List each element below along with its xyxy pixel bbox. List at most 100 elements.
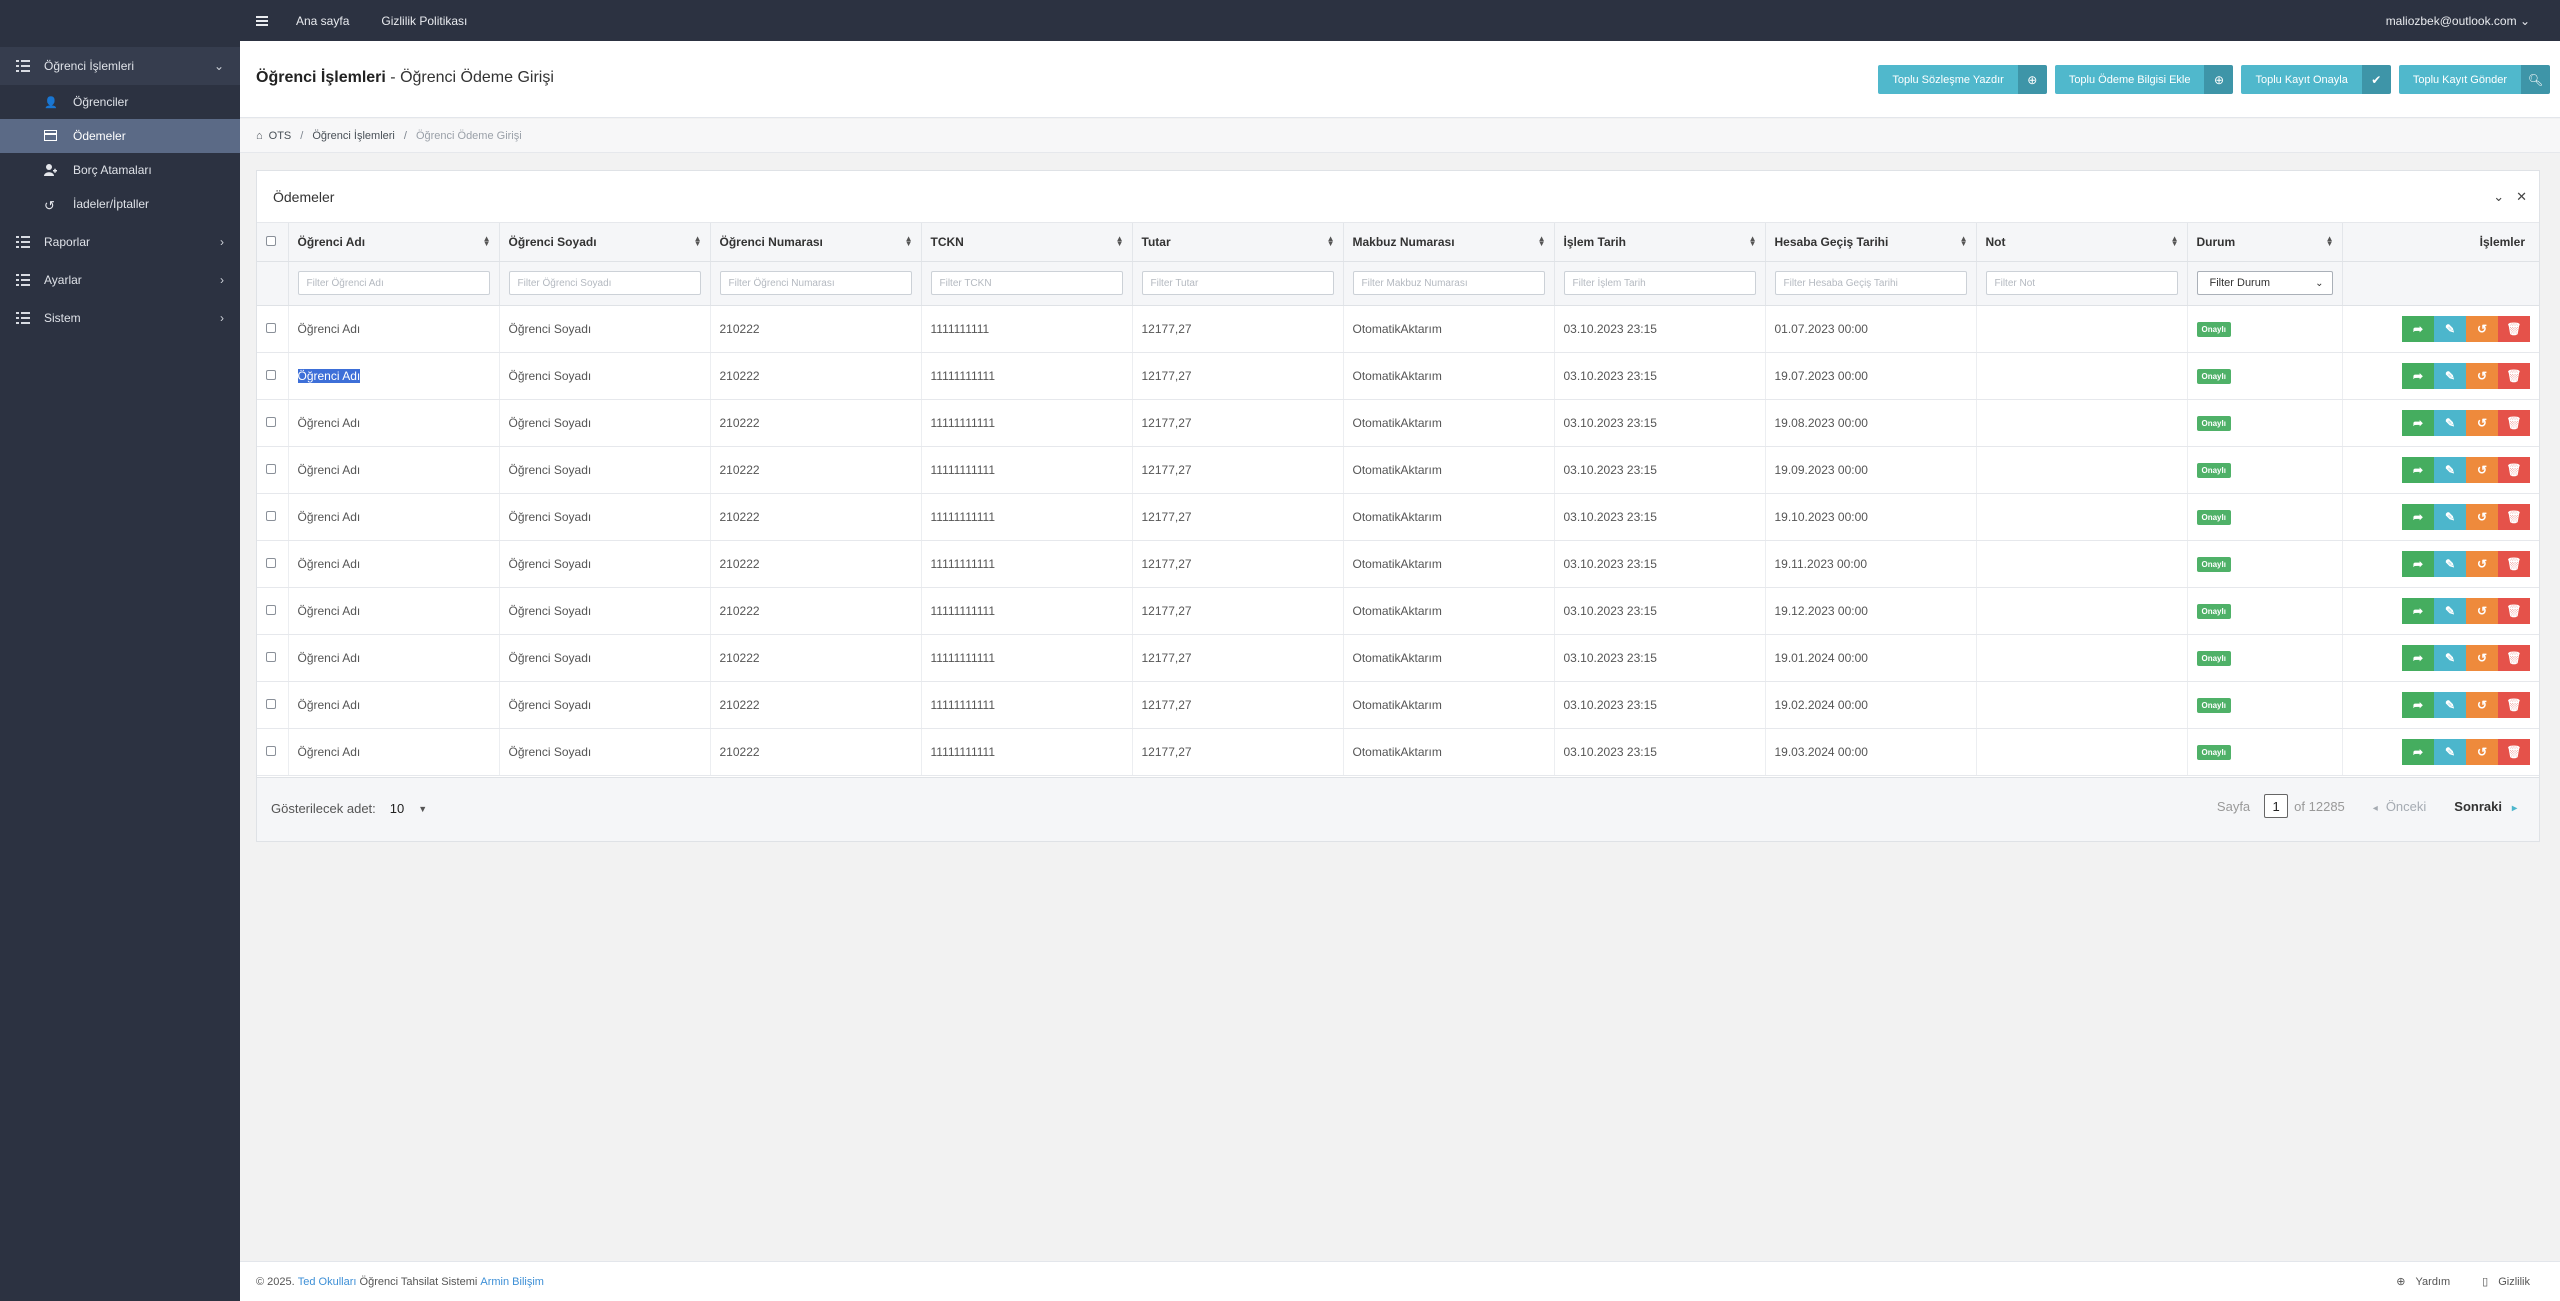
column-header[interactable]: Hesaba Geçiş Tarihi ▲ ▼: [1765, 223, 1977, 262]
filter-input[interactable]: Filter TCKN: [930, 271, 1123, 295]
filter-input[interactable]: Filter İşlem Tarih: [1563, 271, 1756, 295]
trash-icon[interactable]: 🗑︎: [2498, 691, 2530, 718]
edit-icon[interactable]: ✎: [2434, 315, 2466, 342]
column-header[interactable]: İşlemler: [2342, 223, 2539, 262]
trash-icon[interactable]: 🗑︎: [2498, 315, 2530, 342]
edit-icon[interactable]: ✎: [2434, 409, 2466, 436]
column-header[interactable]: TCKN ▲ ▼: [921, 223, 1133, 262]
collapse-icon[interactable]: ⌄: [2493, 189, 2504, 205]
share-icon[interactable]: ➦: [2402, 456, 2434, 483]
row-checkbox[interactable]: [266, 416, 276, 427]
share-icon[interactable]: ➦: [2402, 597, 2434, 624]
undo-icon[interactable]: ↺: [2466, 691, 2498, 718]
row-checkbox[interactable]: [266, 745, 276, 756]
bulk-approve-button[interactable]: Toplu Kayıt Onayla ✔: [2241, 65, 2391, 94]
edit-icon[interactable]: ✎: [2434, 550, 2466, 577]
undo-icon[interactable]: ↺: [2466, 409, 2498, 436]
row-checkbox[interactable]: [266, 463, 276, 474]
help-link[interactable]: ⊕ Yardım: [2396, 1275, 2450, 1288]
select-all-checkbox[interactable]: [266, 235, 276, 246]
row-checkbox[interactable]: [266, 651, 276, 662]
trash-icon[interactable]: 🗑︎: [2498, 503, 2530, 530]
sidebar-item-payments[interactable]: Ödemeler: [0, 119, 240, 153]
close-icon[interactable]: ✕: [2516, 189, 2527, 205]
row-checkbox[interactable]: [266, 510, 276, 521]
share-icon[interactable]: ➦: [2402, 691, 2434, 718]
column-header[interactable]: Makbuz Numarası ▲ ▼: [1343, 223, 1555, 262]
column-header[interactable]: Not ▲ ▼: [1976, 223, 2188, 262]
trash-icon[interactable]: 🗑︎: [2498, 597, 2530, 624]
breadcrumb-ots[interactable]: OTS: [269, 130, 292, 142]
edit-icon[interactable]: ✎: [2434, 691, 2466, 718]
nav-privacy-link[interactable]: Gizlilik Politikası: [381, 14, 467, 28]
breadcrumb-student-ops[interactable]: Öğrenci İşlemleri: [312, 130, 395, 142]
row-checkbox[interactable]: [266, 322, 276, 333]
filter-status-select[interactable]: Filter Durum ⌄: [2196, 271, 2333, 295]
undo-icon[interactable]: ↺: [2466, 315, 2498, 342]
row-checkbox[interactable]: [266, 369, 276, 380]
column-header[interactable]: Öğrenci Adı ▲ ▼: [288, 223, 500, 262]
share-icon[interactable]: ➦: [2402, 550, 2434, 577]
column-header[interactable]: Durum ▲ ▼: [2187, 223, 2343, 262]
column-header[interactable]: Öğrenci Soyadı ▲ ▼: [499, 223, 711, 262]
share-icon[interactable]: ➦: [2402, 738, 2434, 765]
undo-icon[interactable]: ↺: [2466, 503, 2498, 530]
bulk-send-button[interactable]: Toplu Kayıt Gönder 🔍︎: [2398, 65, 2550, 94]
page-number-input[interactable]: 1: [2264, 794, 2289, 818]
share-icon[interactable]: ➦: [2402, 409, 2434, 436]
sidebar-item-refunds[interactable]: ↺ İadeler/İptaller: [0, 187, 240, 221]
trash-icon[interactable]: 🗑︎: [2498, 456, 2530, 483]
share-icon[interactable]: ➦: [2402, 315, 2434, 342]
filter-input[interactable]: Filter Not: [1985, 271, 2178, 295]
sidebar-item-reports[interactable]: Raporlar ›: [0, 223, 240, 261]
filter-input[interactable]: Filter Öğrenci Adı: [297, 271, 490, 295]
column-header[interactable]: Tutar ▲ ▼: [1132, 223, 1344, 262]
edit-icon[interactable]: ✎: [2434, 456, 2466, 483]
caret-down-icon[interactable]: ▼: [418, 804, 427, 814]
edit-icon[interactable]: ✎: [2434, 738, 2466, 765]
edit-icon[interactable]: ✎: [2434, 503, 2466, 530]
share-icon[interactable]: ➦: [2402, 644, 2434, 671]
next-page-button[interactable]: Sonraki ▸: [2454, 799, 2517, 814]
bulk-print-contract-button[interactable]: Toplu Sözleşme Yazdır ⊕: [1878, 65, 2047, 94]
row-checkbox[interactable]: [266, 557, 276, 568]
column-header[interactable]: İşlem Tarih ▲ ▼: [1554, 223, 1766, 262]
filter-input[interactable]: Filter Makbuz Numarası: [1352, 271, 1545, 295]
sidebar-item-debt-assignments[interactable]: Borç Atamaları: [0, 153, 240, 187]
row-checkbox[interactable]: [266, 698, 276, 709]
edit-icon[interactable]: ✎: [2434, 362, 2466, 389]
vendor-link[interactable]: Armin Bilişim: [480, 1276, 544, 1288]
row-checkbox[interactable]: [266, 604, 276, 615]
menu-icon[interactable]: [256, 15, 268, 26]
user-menu[interactable]: maliozbek@outlook.com ⌄: [2386, 14, 2530, 28]
undo-icon[interactable]: ↺: [2466, 362, 2498, 389]
undo-icon[interactable]: ↺: [2466, 597, 2498, 624]
undo-icon[interactable]: ↺: [2466, 738, 2498, 765]
brand-link[interactable]: Ted Okulları: [298, 1276, 357, 1288]
trash-icon[interactable]: 🗑︎: [2498, 550, 2530, 577]
sidebar-item-settings[interactable]: Ayarlar ›: [0, 261, 240, 299]
trash-icon[interactable]: 🗑︎: [2498, 409, 2530, 436]
filter-input[interactable]: Filter Hesaba Geçiş Tarihi: [1774, 271, 1967, 295]
undo-icon[interactable]: ↺: [2466, 550, 2498, 577]
undo-icon[interactable]: ↺: [2466, 644, 2498, 671]
nav-home-link[interactable]: Ana sayfa: [296, 14, 349, 28]
share-icon[interactable]: ➦: [2402, 362, 2434, 389]
filter-input[interactable]: Filter Öğrenci Numarası: [719, 271, 912, 295]
trash-icon[interactable]: 🗑︎: [2498, 738, 2530, 765]
prev-page-button[interactable]: ◂ Önceki: [2373, 799, 2427, 814]
trash-icon[interactable]: 🗑︎: [2498, 644, 2530, 671]
filter-input[interactable]: Filter Tutar: [1141, 271, 1334, 295]
filter-input[interactable]: Filter Öğrenci Soyadı: [508, 271, 701, 295]
page-size-select[interactable]: 10: [390, 801, 404, 816]
share-icon[interactable]: ➦: [2402, 503, 2434, 530]
bulk-add-payment-button[interactable]: Toplu Ödeme Bilgisi Ekle ⊕: [2054, 65, 2234, 94]
edit-icon[interactable]: ✎: [2434, 597, 2466, 624]
sidebar-item-student-operations[interactable]: Öğrenci İşlemleri ⌄: [0, 47, 240, 85]
column-header[interactable]: Öğrenci Numarası ▲ ▼: [710, 223, 922, 262]
trash-icon[interactable]: 🗑︎: [2498, 362, 2530, 389]
undo-icon[interactable]: ↺: [2466, 456, 2498, 483]
sidebar-item-system[interactable]: Sistem ›: [0, 299, 240, 337]
privacy-footer-link[interactable]: ▯ Gizlilik: [2482, 1275, 2530, 1288]
edit-icon[interactable]: ✎: [2434, 644, 2466, 671]
